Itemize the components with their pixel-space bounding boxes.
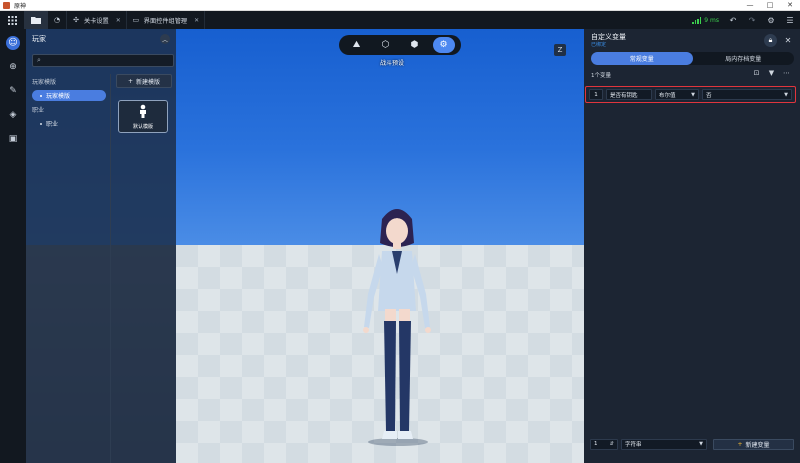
app-grid-button[interactable] — [0, 11, 24, 29]
panel-header: 玩家 ︿ — [26, 29, 176, 49]
search-icon: ⌕ — [37, 56, 41, 64]
tab-bar: ◔ ✣ 关卡设置 ✕ ▭ 界面控件组管理 ✕ 9 ms ↶ ↷ ⚙ ☰ — [0, 11, 800, 29]
tab-folder[interactable] — [24, 11, 48, 29]
new-variable-label: 新建变量 — [745, 441, 770, 449]
lock-icon[interactable]: 🔒︎ — [764, 34, 777, 47]
settings-icon[interactable]: ⚙ — [432, 37, 455, 53]
ping-value: 9 ms — [704, 16, 719, 24]
close-icon[interactable]: ✕ — [116, 17, 121, 24]
folder-icon — [31, 17, 41, 24]
redo-icon[interactable]: ↷ — [747, 16, 757, 25]
window-titlebar: 原神 — □ ✕ — [0, 0, 800, 11]
tree-item-profession[interactable]: 职业 — [32, 118, 106, 129]
variable-type-select[interactable]: 布尔值 ▼ — [655, 89, 699, 100]
name-value: 是否有钥匙 — [610, 92, 638, 99]
variable-index: 1 — [589, 89, 603, 100]
new-template-label: 新建模版 — [136, 78, 161, 86]
z-button[interactable]: Z — [554, 44, 566, 56]
ui-widget-icon: ▭ — [132, 16, 140, 24]
new-variable-button[interactable]: + 新建变量 — [713, 438, 794, 450]
left-rail: ☺ ⊕ ✎ ◈ ▣ — [0, 29, 26, 463]
item-icon[interactable]: ◈ — [6, 108, 20, 122]
chevron-down-icon: ▼ — [784, 91, 788, 98]
dashboard-icon: ◔ — [53, 16, 61, 24]
viewport-mode-label: 战斗预设 — [380, 60, 405, 67]
level-settings-icon: ✣ — [73, 16, 79, 24]
character-model — [363, 209, 431, 446]
scene-viewport[interactable]: ⛰ ⬡ ⬢ ⚙ 战斗预设 Z — [176, 29, 584, 463]
index-value: 1 — [594, 441, 598, 447]
close-icon[interactable]: ✕ — [194, 17, 199, 24]
plus-icon: + — [737, 440, 743, 448]
variable-count: 1个变量 — [591, 73, 611, 79]
close-icon[interactable]: ✕ — [782, 34, 794, 47]
variable-row: 1 是否有钥匙 布尔值 ▼ 否 ▼ — [585, 86, 796, 103]
new-variable-bar: 1 ⇵ 字符串 ▼ + 新建变量 — [590, 438, 794, 450]
new-index-stepper[interactable]: 1 ⇵ — [590, 438, 618, 450]
stepper-icon: ⇵ — [609, 441, 614, 447]
cube-solid-icon[interactable]: ⬢ — [404, 37, 426, 53]
window-title: 原神 — [14, 2, 27, 10]
window-controls: — □ ✕ — [740, 0, 800, 11]
template-card-label: 默认模版 — [132, 124, 153, 130]
index-value: 1 — [594, 91, 598, 98]
cube-outline-icon[interactable]: ⬡ — [375, 37, 397, 53]
new-template-button[interactable]: + 新建模版 — [116, 74, 172, 88]
template-column: + 新建模版 默认模版 — [116, 74, 172, 133]
variable-type-tabs: 常规变量 局内存档变量 — [591, 52, 794, 65]
plus-icon: + — [127, 77, 133, 85]
tab-save-variables[interactable]: 局内存档变量 — [693, 52, 795, 65]
add-panel-icon[interactable]: ▣ — [6, 132, 20, 146]
skill-icon[interactable]: ✎ — [6, 84, 20, 98]
value-value: 否 — [706, 92, 712, 99]
player-panel: 玩家 ︿ ⌕ 玩家模版 玩家模版 职业 职业 + 新建模版 默认模版 — [26, 29, 176, 463]
tree-item-label: 职业 — [46, 121, 59, 128]
tree-group-label: 职业 — [32, 107, 45, 114]
viewport-toolbar: ⛰ ⬡ ⬢ ⚙ — [339, 35, 461, 55]
variable-value-select[interactable]: 否 ▼ — [702, 89, 792, 100]
filter-icon[interactable]: ▼ — [767, 69, 776, 77]
add-entity-icon[interactable]: ⊕ — [6, 60, 20, 74]
variable-tools: ⊡ ▼ ⋯ — [752, 69, 791, 77]
settings-gear-icon[interactable]: ⚙ — [766, 16, 776, 25]
chevron-down-icon: ▼ — [691, 91, 695, 98]
player-icon[interactable]: ☺ — [6, 36, 20, 50]
maximize-button[interactable]: □ — [760, 0, 780, 11]
collapse-up-icon[interactable]: ︿ — [160, 34, 170, 44]
undo-icon[interactable]: ↶ — [728, 16, 738, 25]
tree-group-label: 玩家模版 — [32, 79, 57, 86]
new-type-select[interactable]: 字符串 ▼ — [621, 438, 707, 450]
bound-status: 已绑定 — [591, 42, 607, 48]
search-box[interactable]: ⌕ — [32, 54, 174, 67]
import-icon[interactable]: ⊡ — [752, 69, 761, 77]
sliders-icon[interactable]: ☰ — [785, 16, 795, 25]
template-tree: 玩家模版 玩家模版 职业 职业 — [26, 74, 111, 463]
tab-level-settings[interactable]: ✣ 关卡设置 ✕ — [67, 11, 127, 29]
tree-item-player-template[interactable]: 玩家模版 — [32, 90, 106, 101]
custom-variables-panel: 自定义变量 已绑定 🔒︎ ✕ 常规变量 局内存档变量 1个变量 ⊡ ▼ ⋯ 1 … — [584, 29, 800, 463]
minimize-button[interactable]: — — [740, 0, 760, 11]
type-value: 布尔值 — [659, 92, 676, 99]
panel-title: 玩家 — [32, 35, 46, 43]
top-right-tools: 9 ms ↶ ↷ ⚙ ☰ — [692, 16, 800, 25]
more-icon[interactable]: ⋯ — [782, 69, 791, 77]
tab-regular-variables[interactable]: 常规变量 — [591, 52, 693, 65]
chevron-down-icon: ▼ — [699, 441, 703, 447]
tab-label: 关卡设置 — [84, 17, 109, 25]
person-icon — [140, 104, 146, 118]
tab-dashboard[interactable]: ◔ — [48, 11, 67, 29]
search-input[interactable] — [44, 57, 155, 64]
tab-label: 界面控件组管理 — [143, 17, 188, 25]
signal-icon — [692, 16, 702, 24]
type-value: 字符串 — [625, 442, 642, 448]
grid-icon — [7, 15, 17, 25]
close-window-button[interactable]: ✕ — [780, 0, 800, 11]
app-icon — [3, 1, 10, 9]
terrain-icon[interactable]: ⛰ — [346, 37, 368, 53]
variable-name-field[interactable]: 是否有钥匙 — [606, 89, 652, 100]
template-card[interactable]: 默认模版 — [118, 100, 168, 133]
tab-ui-widgets[interactable]: ▭ 界面控件组管理 ✕ — [127, 11, 206, 29]
tree-item-label: 玩家模版 — [46, 93, 71, 100]
